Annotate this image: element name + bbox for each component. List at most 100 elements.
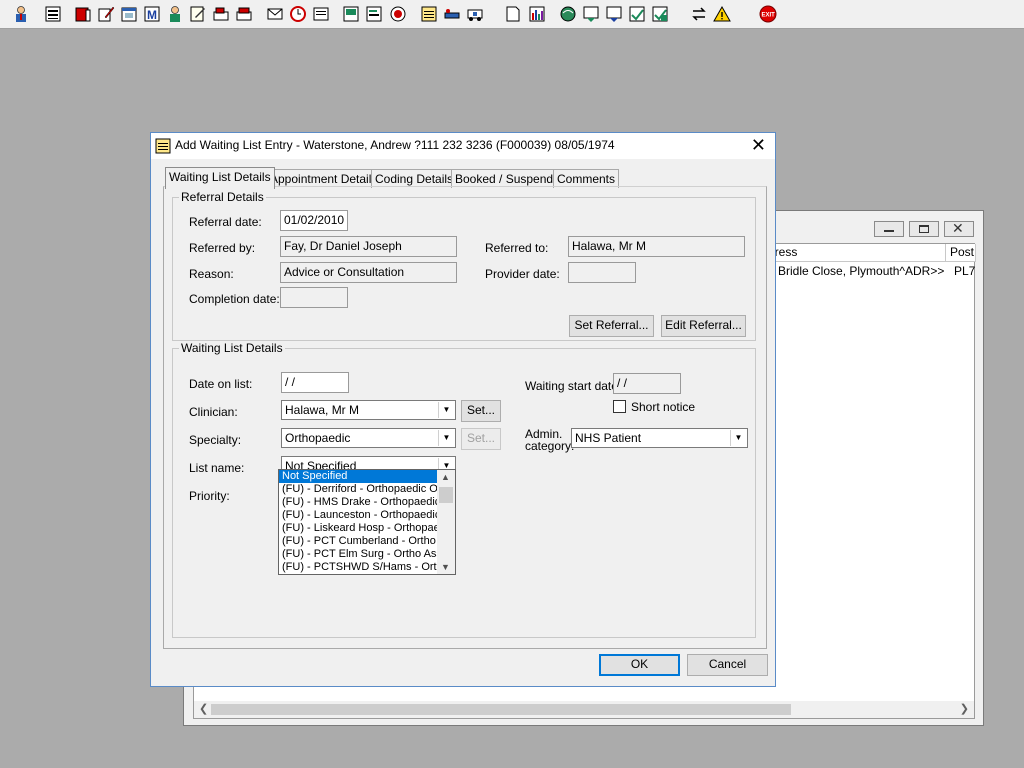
list-option[interactable]: (FU) - Launceston - Orthopaedic bbox=[279, 509, 437, 522]
clock-icon[interactable] bbox=[287, 3, 309, 25]
dialog-titlebar[interactable]: Add Waiting List Entry - Waterstone, And… bbox=[151, 133, 775, 159]
horizontal-scrollbar[interactable]: ❮ ❯ bbox=[194, 701, 974, 718]
bed-icon[interactable] bbox=[441, 3, 463, 25]
completion-date-label: Completion date: bbox=[189, 292, 280, 306]
document-icon[interactable] bbox=[363, 3, 385, 25]
date-on-list-field[interactable]: / / bbox=[281, 372, 349, 393]
short-notice-label[interactable]: Short notice bbox=[631, 400, 695, 414]
clinician-select[interactable]: Halawa, Mr M ▼ bbox=[281, 400, 456, 420]
close-button[interactable]: ✕ bbox=[944, 220, 974, 237]
chevron-up-icon[interactable]: ▲ bbox=[441, 472, 450, 482]
provider-date-label: Provider date: bbox=[485, 267, 560, 281]
close-icon[interactable]: ✕ bbox=[751, 135, 766, 155]
list-option[interactable]: Not Specified bbox=[279, 470, 437, 483]
waiting-start-date-label: Waiting start date: bbox=[525, 379, 622, 393]
tab-waiting-list-details[interactable]: Waiting List Details bbox=[165, 167, 275, 189]
admin-category-value: NHS Patient bbox=[575, 431, 642, 445]
list-option[interactable]: (FU) - Liskeard Hosp - Orthopaedic bbox=[279, 522, 437, 535]
reason-label: Reason: bbox=[189, 267, 234, 281]
swap-icon[interactable] bbox=[649, 3, 671, 25]
chevron-down-icon[interactable]: ▼ bbox=[730, 430, 746, 446]
transfer-icon[interactable] bbox=[626, 3, 648, 25]
list-icon bbox=[155, 138, 171, 157]
clinician-value: Halawa, Mr M bbox=[285, 403, 360, 417]
calendar-icon[interactable] bbox=[118, 3, 140, 25]
m-icon[interactable]: M bbox=[141, 3, 163, 25]
priority-label: Priority: bbox=[189, 489, 230, 503]
column-header-address[interactable]: dress bbox=[764, 244, 946, 262]
bar-chart-icon[interactable] bbox=[526, 3, 548, 25]
specialty-select[interactable]: Orthopaedic ▼ bbox=[281, 428, 456, 448]
book-icon[interactable] bbox=[72, 3, 94, 25]
reason-field[interactable]: Advice or Consultation bbox=[280, 262, 457, 283]
edit-referral-button[interactable]: Edit Referral... bbox=[661, 315, 746, 337]
list-option[interactable]: (FU) - PCTSHWD S/Hams - Ortho bbox=[279, 561, 437, 574]
address-cell[interactable]: Bridle Close, Plymouth^ADR>> bbox=[778, 264, 944, 278]
list-icon[interactable] bbox=[418, 3, 440, 25]
provider-date-field[interactable] bbox=[568, 262, 636, 283]
chevron-down-icon[interactable]: ▼ bbox=[438, 402, 454, 418]
referred-by-field[interactable]: Fay, Dr Daniel Joseph bbox=[280, 236, 457, 257]
referred-to-label: Referred to: bbox=[485, 241, 549, 255]
form-icon[interactable] bbox=[187, 3, 209, 25]
referred-by-label: Referred by: bbox=[189, 241, 256, 255]
dialog-title: Add Waiting List Entry - Waterstone, And… bbox=[175, 138, 615, 152]
note-edit-icon[interactable] bbox=[95, 3, 117, 25]
svg-text:M: M bbox=[147, 8, 157, 22]
admin-label-line2: category: bbox=[525, 439, 575, 453]
completion-date-field[interactable] bbox=[280, 287, 348, 308]
scroll-right-icon[interactable]: ❯ bbox=[960, 702, 969, 715]
ambulance-icon[interactable] bbox=[464, 3, 486, 25]
envelope-icon[interactable] bbox=[264, 3, 286, 25]
tab-panel: Referral Details Referral date: 01/02/20… bbox=[163, 186, 767, 649]
exit-icon[interactable]: EXIT bbox=[757, 3, 779, 25]
print-icon[interactable] bbox=[42, 3, 64, 25]
group-title: Waiting List Details bbox=[179, 341, 285, 355]
checklist-icon[interactable] bbox=[603, 3, 625, 25]
admin-category-select[interactable]: NHS Patient ▼ bbox=[571, 428, 748, 448]
patient-icon[interactable] bbox=[10, 3, 32, 25]
record-icon[interactable] bbox=[387, 3, 409, 25]
ok-button[interactable]: OK bbox=[599, 654, 680, 676]
list-name-label: List name: bbox=[189, 461, 245, 475]
waiting-start-date-field[interactable]: / / bbox=[613, 373, 681, 394]
page-icon[interactable] bbox=[502, 3, 524, 25]
referred-to-field[interactable]: Halawa, Mr M bbox=[568, 236, 745, 257]
restore-button[interactable] bbox=[909, 221, 939, 237]
tray-icon[interactable] bbox=[310, 3, 332, 25]
minimize-button[interactable] bbox=[874, 221, 904, 237]
list-name-dropdown[interactable]: Not Specified (FU) - Derriford - Orthopa… bbox=[278, 469, 456, 575]
list-option[interactable]: (FU) - HMS Drake - Orthopaedic bbox=[279, 496, 437, 509]
doctor-icon[interactable] bbox=[164, 3, 186, 25]
referral-date-field[interactable]: 01/02/2010 bbox=[280, 210, 348, 231]
fax-icon[interactable] bbox=[210, 3, 232, 25]
scroll-thumb[interactable] bbox=[439, 487, 453, 503]
svg-text:EXIT: EXIT bbox=[762, 13, 776, 19]
specialty-label: Specialty: bbox=[189, 433, 242, 447]
main-toolbar: M EXIT bbox=[0, 0, 1024, 29]
postcode-cell[interactable]: PL7 bbox=[954, 264, 975, 278]
waiting-list-details-group: Waiting List Details Date on list: / / W… bbox=[172, 341, 756, 638]
screen-icon[interactable] bbox=[340, 3, 362, 25]
column-header-postcode[interactable]: Post bbox=[946, 244, 976, 262]
set-clinician-button[interactable]: Set... bbox=[461, 400, 501, 422]
globe-icon[interactable] bbox=[557, 3, 579, 25]
list-option[interactable]: (FU) - PCT Cumberland - Ortho A bbox=[279, 535, 437, 548]
dropdown-scrollbar[interactable]: ▲ ▼ bbox=[437, 470, 455, 574]
set-specialty-button[interactable]: Set... bbox=[461, 428, 501, 450]
report-icon[interactable] bbox=[580, 3, 602, 25]
phone-icon[interactable] bbox=[233, 3, 255, 25]
sync-icon[interactable] bbox=[688, 3, 710, 25]
cancel-button[interactable]: Cancel bbox=[687, 654, 768, 676]
referral-date-label: Referral date: bbox=[189, 215, 262, 229]
scroll-thumb[interactable] bbox=[211, 704, 791, 715]
short-notice-checkbox[interactable] bbox=[613, 400, 626, 413]
list-option[interactable]: (FU) - Derriford - Orthopaedic OPD bbox=[279, 483, 437, 496]
scroll-left-icon[interactable]: ❮ bbox=[199, 702, 208, 715]
warning-icon[interactable] bbox=[711, 3, 733, 25]
clinician-label: Clinician: bbox=[189, 405, 238, 419]
list-option[interactable]: (FU) - PCT Elm Surg - Ortho Asse bbox=[279, 548, 437, 561]
chevron-down-icon[interactable]: ▼ bbox=[441, 562, 450, 572]
chevron-down-icon[interactable]: ▼ bbox=[438, 430, 454, 446]
set-referral-button[interactable]: Set Referral... bbox=[569, 315, 654, 337]
